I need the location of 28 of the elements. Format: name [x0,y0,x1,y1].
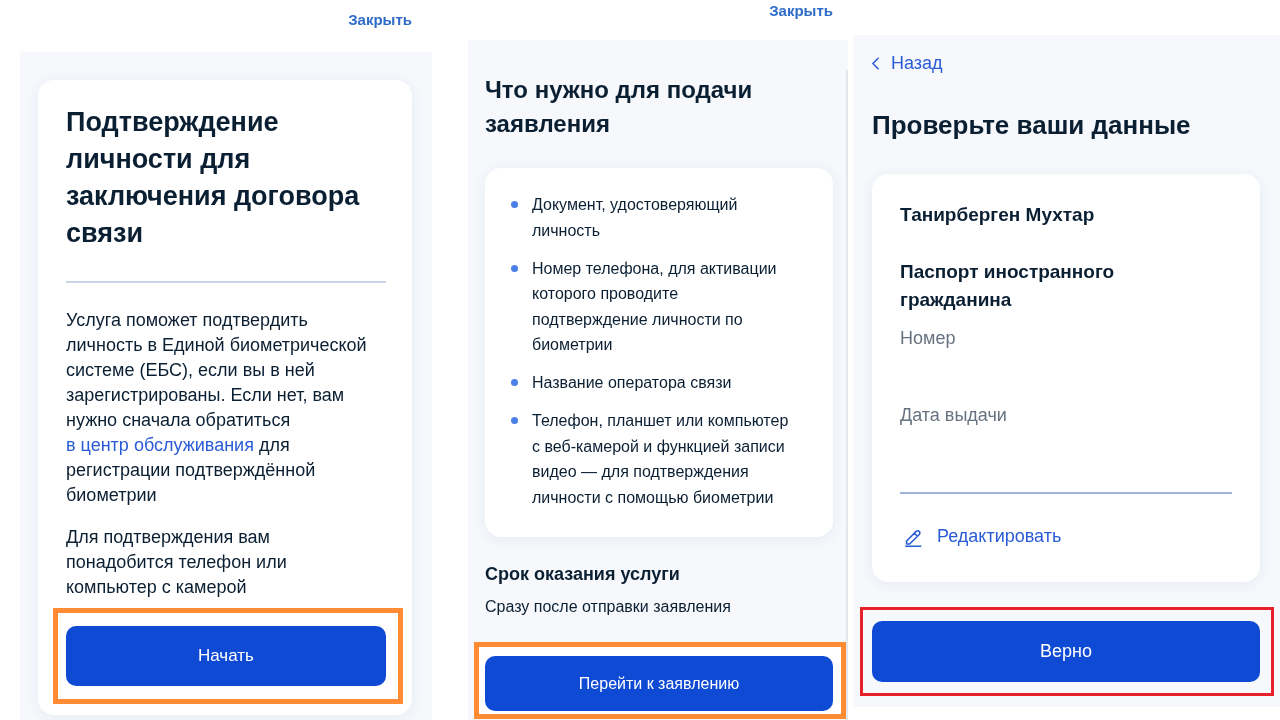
requirement-text: Телефон, планшет или компьютер с веб-камерой и функцией записи видео — для подтверждения личности с помощью биометрии [532,411,790,508]
page-title: Проверьте ваши данные [872,109,1192,142]
section-title: Что нужно для подачи заявления [485,75,754,139]
close-link[interactable]: Закрыть [769,2,833,20]
description-text: Услуга поможет подтвердить личность в Единой биометрической системе (ЕБС), если вы в ней зарегистрированы. Если нет, вам нужно сначала обратиться в центр обслуживания для регистрации подтверждённой биометрии [66,309,368,507]
requirement-text: Документ, удостоверяющий личность [532,195,739,241]
edit-button[interactable]: Редактировать [900,523,1062,548]
field-label: Дата выдачи [900,404,1007,427]
term-heading: Срок оказания услуги [485,563,681,586]
confirm-button[interactable]: Верно [872,620,1260,682]
person-name: Танирберген Мухтар [900,203,1096,227]
note-text: Для подтверждения вам понадобится телефон или компьютер с камерой [66,526,288,599]
back-link[interactable]: Назад [872,51,943,75]
page-title: Подтверждение личности для заключения договора связи [66,106,361,250]
bullet-icon [511,264,518,272]
bullet-icon [511,201,518,208]
close-link[interactable]: Закрыть [348,11,412,29]
requirement-text: Название оператора связи [532,373,732,393]
service-center-link[interactable]: в центр обслуживания [66,435,254,455]
document-type: Паспорт иностранного гражданина [900,260,1116,312]
bullet-icon [511,379,518,386]
bullet-icon [511,417,518,424]
start-button[interactable]: Начать [66,626,386,686]
chevron-left-icon [872,56,879,70]
term-text: Сразу после отправки заявления [485,597,732,617]
field-label: Номер [900,327,956,350]
go-to-application-button[interactable]: Перейти к заявлению [485,656,833,711]
requirement-text: Номер телефона, для активации которого проводите подтверждение личности по биометрии [532,258,778,355]
